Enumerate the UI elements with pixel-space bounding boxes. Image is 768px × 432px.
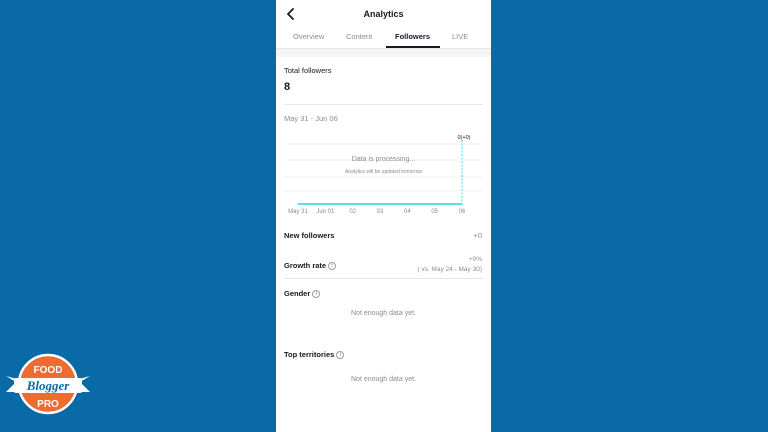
phone-screen: Analytics Overview Content Followers LIV… — [276, 0, 491, 432]
tab-content[interactable]: Content — [346, 32, 372, 41]
x-tick-label: 05 — [431, 209, 438, 215]
followers-chart: 0(+0) May 31 Jun 01 02 03 04 05 06 Data is proc… — [276, 130, 491, 220]
page-title: Analytics — [363, 9, 404, 19]
divider — [284, 278, 483, 279]
data-point — [406, 203, 408, 205]
top-territories-text: Top territories — [284, 350, 335, 359]
x-tick-label: 02 — [349, 209, 356, 215]
data-point — [461, 203, 463, 205]
info-icon[interactable]: i — [328, 262, 337, 270]
info-icon[interactable]: i — [312, 290, 321, 298]
logo-line1: FOOD — [34, 365, 63, 376]
top-territories-empty: Not enough data yet. — [351, 376, 416, 383]
new-followers-label: New followers — [284, 231, 335, 240]
section-separator — [276, 49, 491, 57]
data-point — [297, 203, 299, 205]
data-point — [434, 203, 436, 205]
total-followers-label: Total followers — [284, 66, 332, 75]
info-icon[interactable]: i — [336, 351, 345, 359]
date-range: May 31 - Jun 06 — [284, 114, 338, 123]
x-tick-label: 04 — [404, 209, 411, 215]
food-blogger-pro-logo: FOOD Blogger PRO — [6, 353, 90, 415]
followers-line-chart: 0(+0) May 31 Jun 01 02 03 04 05 06 — [284, 135, 483, 215]
last-value-label: 0(+0) — [458, 135, 471, 141]
data-point — [324, 203, 326, 205]
tab-followers[interactable]: Followers — [395, 32, 430, 41]
total-followers-value: 8 — [284, 81, 291, 93]
tab-overview[interactable]: Overview — [293, 32, 324, 41]
data-point — [352, 203, 354, 205]
new-followers-value: +0 — [473, 231, 482, 240]
x-tick-label: 06 — [459, 209, 466, 215]
x-tick-label: 03 — [377, 209, 384, 215]
growth-rate-label: Growth rate i — [284, 261, 337, 270]
top-bar: Analytics — [276, 0, 491, 28]
active-tab-indicator — [386, 46, 440, 48]
gender-text: Gender — [284, 289, 311, 298]
logo-line2: Blogger — [26, 378, 71, 393]
top-territories-label: Top territories i — [284, 350, 345, 359]
processing-subtitle: Analytics will be updated tomorrow — [345, 169, 422, 175]
processing-title: Data is processing... — [351, 156, 416, 163]
x-tick-label: May 31 — [288, 209, 308, 215]
growth-rate-text: Growth rate — [284, 261, 327, 270]
divider — [284, 104, 483, 105]
growth-rate-comparison: ( vs. May 24 - May 30) — [417, 266, 482, 273]
gender-empty: Not enough data yet. — [351, 310, 416, 317]
tab-live[interactable]: LIVE — [452, 32, 468, 41]
data-point — [379, 203, 381, 205]
x-tick-label: Jun 01 — [316, 209, 335, 215]
growth-rate-value: +0% — [468, 256, 482, 263]
gender-label: Gender i — [284, 289, 321, 298]
tab-bar: Overview Content Followers LIVE — [276, 28, 491, 49]
logo-line3: PRO — [37, 399, 59, 410]
